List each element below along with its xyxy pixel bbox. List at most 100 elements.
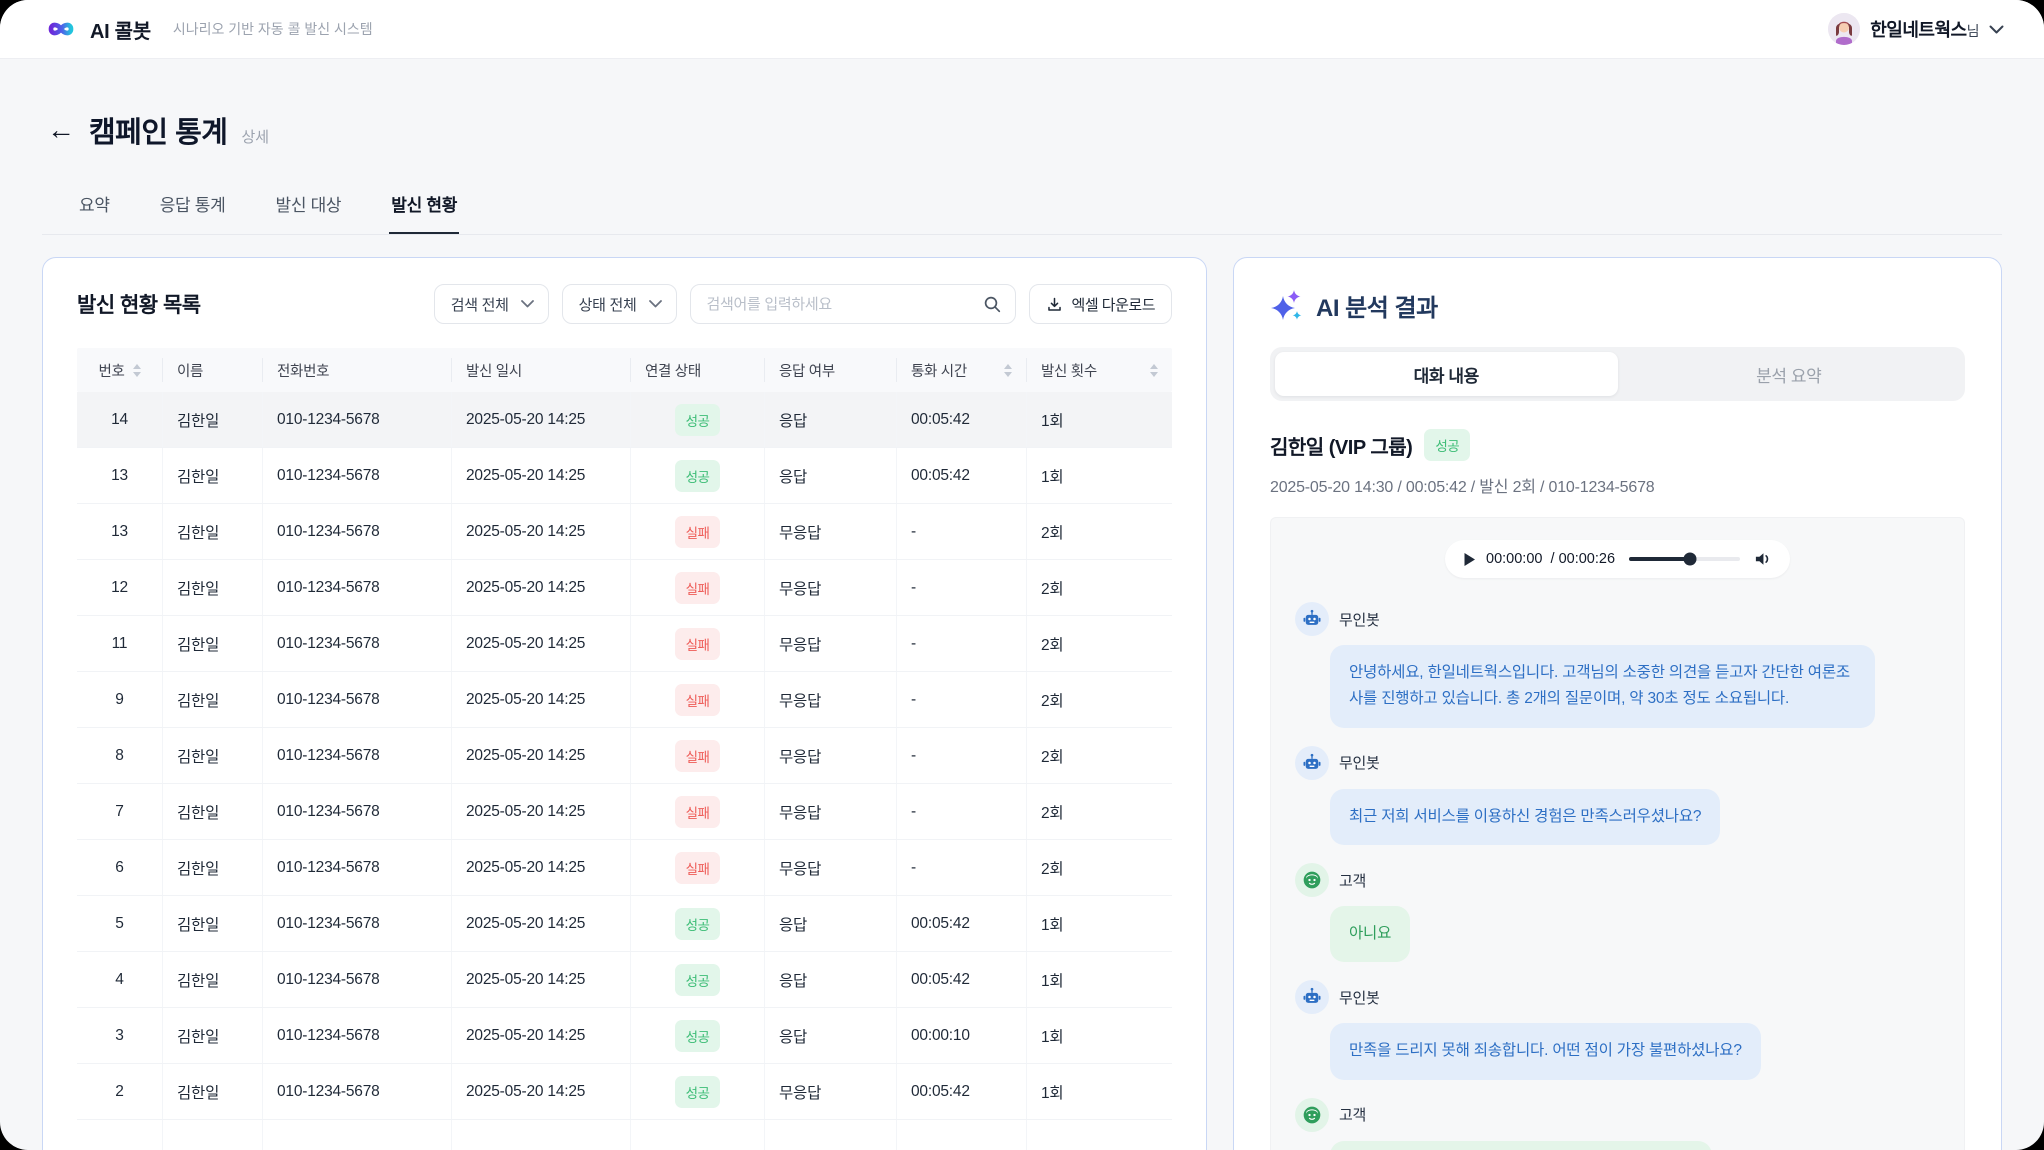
sender-name: 무인봇 — [1339, 752, 1380, 773]
status-badge: 성공 — [675, 964, 721, 996]
col-answered: 응답 여부 — [765, 358, 897, 382]
page-content: ← 캠페인 통계 상세 요약 응답 통계 발신 대상 발신 현황 발신 현황 목… — [0, 59, 2044, 1150]
search-input[interactable] — [707, 296, 984, 313]
call-list-title: 발신 현황 목록 — [77, 289, 201, 319]
sender-avatar — [1295, 1098, 1329, 1132]
chat-message: 무인봇 안녕하세요, 한일네트웍스입니다. 고객님의 소중한 의견을 듣고자 간… — [1295, 602, 1940, 728]
customer-icon — [1302, 870, 1322, 890]
message-bubble: 아니요 — [1330, 906, 1410, 962]
status-badge: 성공 — [675, 460, 721, 492]
message-bubble: 답변도 느리고 하염없이 기다리라고만 해서 답답했어요 — [1330, 1141, 1712, 1150]
table-row-partial — [77, 1120, 1172, 1150]
player-slider[interactable] — [1629, 557, 1740, 561]
search-icon[interactable] — [984, 296, 1001, 313]
tab-call-status[interactable]: 발신 현황 — [389, 181, 459, 234]
user-name: 한일네트웍스님 — [1870, 16, 1979, 42]
chat-messages: 무인봇 안녕하세요, 한일네트웍스입니다. 고객님의 소중한 의견을 듣고자 간… — [1295, 602, 1940, 1150]
chevron-down-icon — [1989, 25, 2004, 34]
sparkles-icon — [1270, 289, 1304, 323]
back-button[interactable]: ← — [47, 116, 75, 144]
customer-name: 김한일 (VIP 그룹) — [1270, 431, 1412, 460]
sort-icon[interactable] — [1150, 364, 1158, 377]
status-badge: 성공 — [675, 404, 721, 436]
col-duration[interactable]: 통화 시간 — [897, 358, 1027, 382]
table-row[interactable]: 9 김한일 010-1234-5678 2025-05-20 14:25 실패 … — [77, 672, 1172, 728]
status-badge: 실패 — [675, 852, 721, 884]
table-row[interactable]: 11 김한일 010-1234-5678 2025-05-20 14:25 실패… — [77, 616, 1172, 672]
table-row[interactable]: 3 김한일 010-1234-5678 2025-05-20 14:25 성공 … — [77, 1008, 1172, 1064]
col-name: 이름 — [163, 358, 263, 382]
table-row[interactable]: 2 김한일 010-1234-5678 2025-05-20 14:25 성공 … — [77, 1064, 1172, 1120]
ai-analysis-title: AI 분석 결과 — [1316, 288, 1438, 323]
col-phone: 전화번호 — [263, 358, 452, 382]
table-row[interactable]: 4 김한일 010-1234-5678 2025-05-20 14:25 성공 … — [77, 952, 1172, 1008]
status-badge: 성공 — [675, 1020, 721, 1052]
call-table-body: 14 김한일 010-1234-5678 2025-05-20 14:25 성공… — [77, 392, 1172, 1120]
call-meta: 2025-05-20 14:30 / 00:05:42 / 발신 2회 / 01… — [1270, 473, 1965, 497]
tab-analysis-summary[interactable]: 분석 요약 — [1618, 352, 1961, 396]
chat-message: 무인봇 최근 저희 서비스를 이용하신 경험은 만족스러우셨나요? — [1295, 746, 1940, 845]
player-slider-thumb[interactable] — [1684, 553, 1697, 566]
tab-call-targets[interactable]: 발신 대상 — [273, 181, 343, 234]
sender-avatar — [1295, 980, 1329, 1014]
conversation-container: 00:00:00 / 00:00:26 — [1270, 517, 1965, 1150]
chat-message: 무인봇 만족을 드리지 못해 죄송합니다. 어떤 점이 가장 불편하셨나요? — [1295, 980, 1940, 1079]
chat-message: 고객 답변도 느리고 하염없이 기다리라고만 해서 답답했어요 — [1295, 1098, 1940, 1150]
sort-icon[interactable] — [133, 364, 141, 377]
app-title: AI 콜봇 — [90, 15, 151, 44]
tab-response-stats[interactable]: 응답 통계 — [158, 181, 228, 234]
sender-avatar — [1295, 863, 1329, 897]
status-filter-select[interactable]: 상태 전체 — [562, 284, 677, 324]
tab-conversation[interactable]: 대화 내용 — [1275, 352, 1618, 396]
play-icon[interactable] — [1463, 552, 1476, 567]
call-table-header: 번호 이름 전화번호 발신 일시 연결 상태 응답 여부 통화 시간 발신 횟수 — [77, 348, 1172, 392]
col-attempts[interactable]: 발신 횟수 — [1027, 358, 1172, 382]
volume-icon[interactable] — [1754, 551, 1772, 567]
message-bubble: 안녕하세요, 한일네트웍스입니다. 고객님의 소중한 의견을 듣고자 간단한 여… — [1330, 645, 1875, 728]
status-badge: 성공 — [675, 908, 721, 940]
table-row[interactable]: 7 김한일 010-1234-5678 2025-05-20 14:25 실패 … — [77, 784, 1172, 840]
main-tabs: 요약 응답 통계 발신 대상 발신 현황 — [42, 181, 2002, 235]
status-badge: 실패 — [675, 684, 721, 716]
robot-icon — [1302, 609, 1322, 629]
status-badge: 실패 — [675, 740, 721, 772]
sort-icon[interactable] — [1004, 364, 1012, 377]
table-row[interactable]: 13 김한일 010-1234-5678 2025-05-20 14:25 성공… — [77, 448, 1172, 504]
table-row[interactable]: 12 김한일 010-1234-5678 2025-05-20 14:25 실패… — [77, 560, 1172, 616]
chevron-down-icon — [521, 300, 534, 308]
call-result-badge: 성공 — [1424, 429, 1470, 461]
brand[interactable]: AI 콜봇 시나리오 기반 자동 콜 발신 시스템 — [46, 15, 373, 44]
user-avatar — [1828, 13, 1860, 45]
page-title-row: ← 캠페인 통계 상세 — [42, 109, 2002, 151]
call-status-panel: 발신 현황 목록 검색 전체 상태 전체 — [42, 257, 1207, 1150]
player-slider-fill — [1629, 557, 1690, 561]
customer-icon — [1302, 1105, 1322, 1125]
table-row[interactable]: 8 김한일 010-1234-5678 2025-05-20 14:25 실패 … — [77, 728, 1172, 784]
sender-avatar — [1295, 602, 1329, 636]
download-icon — [1046, 296, 1063, 313]
excel-download-button[interactable]: 엑셀 다운로드 — [1029, 284, 1172, 324]
ai-analysis-panel: AI 분석 결과 대화 내용 분석 요약 김한일 (VIP 그룹) 성공 202… — [1233, 257, 2002, 1150]
table-row[interactable]: 6 김한일 010-1234-5678 2025-05-20 14:25 실패 … — [77, 840, 1172, 896]
sender-name: 무인봇 — [1339, 987, 1380, 1008]
sender-avatar — [1295, 746, 1329, 780]
tab-summary[interactable]: 요약 — [77, 181, 112, 234]
user-menu[interactable]: 한일네트웍스님 — [1828, 13, 2004, 45]
search-box — [690, 284, 1016, 324]
search-scope-select[interactable]: 검색 전체 — [434, 284, 549, 324]
table-row[interactable]: 5 김한일 010-1234-5678 2025-05-20 14:25 성공 … — [77, 896, 1172, 952]
top-header: AI 콜봇 시나리오 기반 자동 콜 발신 시스템 한일네트웍스님 — [0, 0, 2044, 59]
page-title-suffix: 상세 — [241, 126, 269, 147]
analysis-tabs: 대화 내용 분석 요약 — [1270, 347, 1965, 401]
status-badge: 실패 — [675, 572, 721, 604]
page-title: 캠페인 통계 — [89, 109, 227, 151]
table-row[interactable]: 14 김한일 010-1234-5678 2025-05-20 14:25 성공… — [77, 392, 1172, 448]
table-row[interactable]: 13 김한일 010-1234-5678 2025-05-20 14:25 실패… — [77, 504, 1172, 560]
chevron-down-icon — [649, 300, 662, 308]
status-badge: 성공 — [675, 1076, 721, 1108]
col-number[interactable]: 번호 — [77, 358, 163, 382]
col-datetime: 발신 일시 — [452, 358, 631, 382]
robot-icon — [1302, 987, 1322, 1007]
app-logo-icon — [46, 18, 76, 40]
sender-name: 고객 — [1339, 1104, 1366, 1125]
